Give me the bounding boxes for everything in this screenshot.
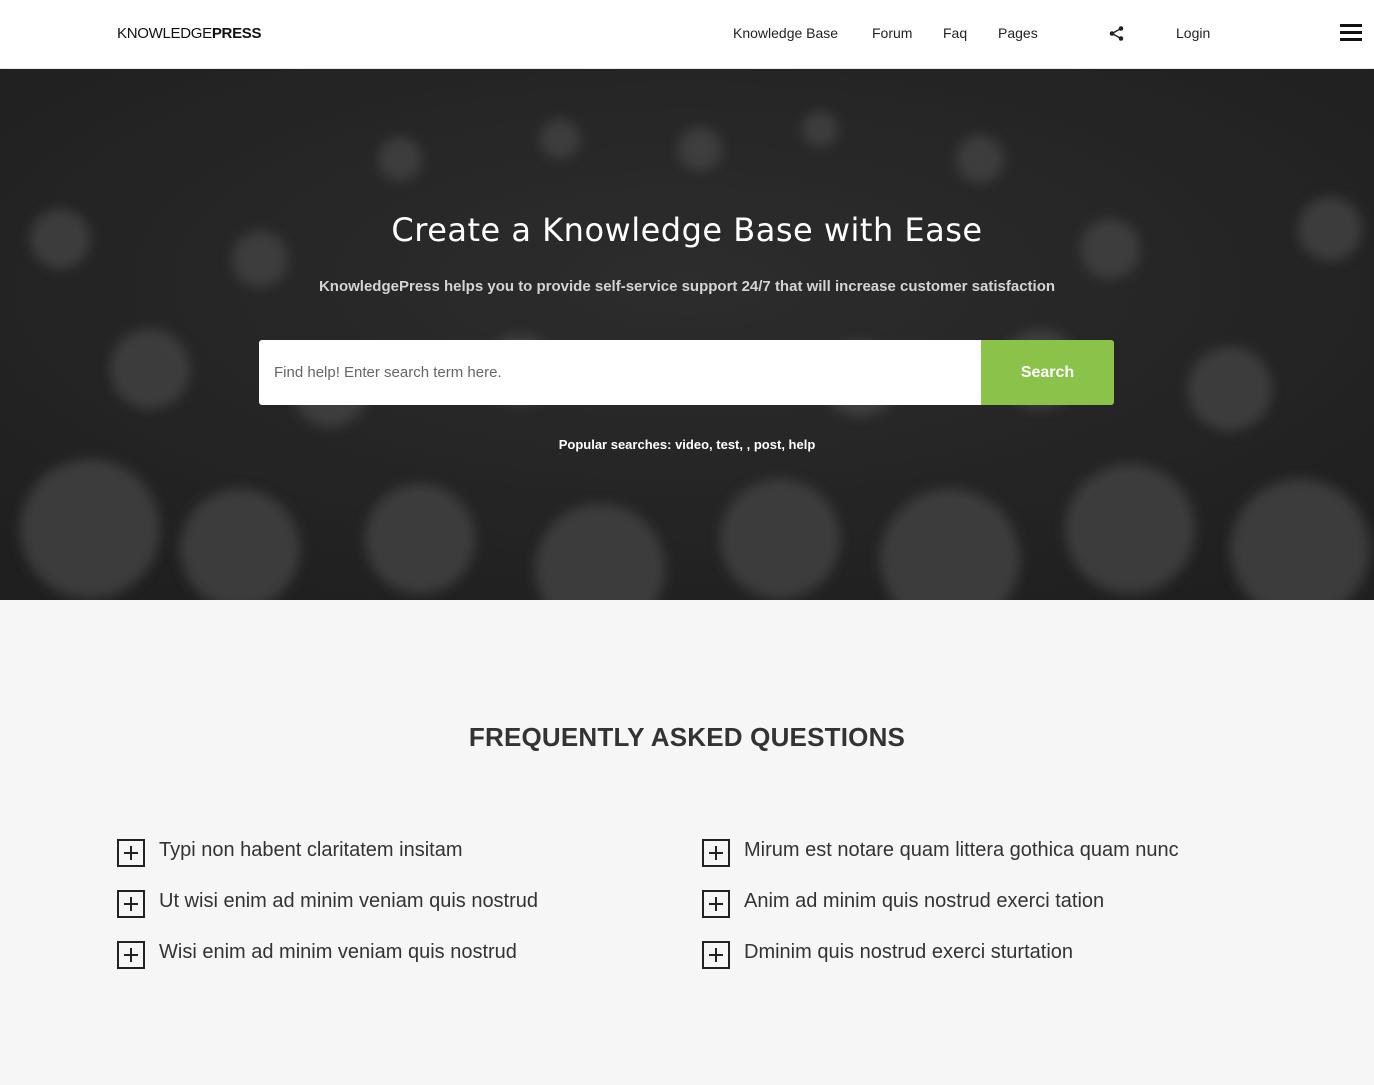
plus-icon[interactable] [702,941,730,969]
site-logo[interactable]: KNOWLEDGEPRESS [117,25,261,45]
plus-icon[interactable] [702,890,730,918]
nav-forum[interactable]: Forum [872,25,912,41]
faq-question[interactable]: Typi non habent claritatem insitam [159,839,463,862]
faq-question[interactable]: Mirum est notare quam littera gothica qu… [744,839,1179,862]
login-link[interactable]: Login [1176,25,1210,41]
plus-icon[interactable] [702,839,730,867]
plus-icon[interactable] [117,941,145,969]
popular-searches: Popular searches: video, test, , post, h… [558,437,816,452]
logo-bold-text: PRESS [211,25,262,42]
hamburger-menu-icon[interactable] [1340,24,1362,42]
site-header: KNOWLEDGEPRESS Knowledge Base Forum Faq … [0,0,1374,69]
nav-knowledge-base[interactable]: Knowledge Base [733,25,838,41]
hero-subtitle: KnowledgePress helps you to provide self… [318,278,1056,295]
hero-title: Create a Knowledge Base with Ease [391,211,983,249]
logo-light-text: KNOWLEDGE [117,25,212,42]
search-button[interactable]: Search [981,340,1114,405]
search-form: Search [259,340,1114,405]
faq-question[interactable]: Ut wisi enim ad minim veniam quis nostru… [159,890,538,913]
search-input[interactable] [259,340,981,405]
plus-icon[interactable] [117,890,145,918]
faq-question[interactable]: Dminim quis nostrud exerci sturtation [744,941,1073,964]
popular-term-test[interactable]: test [716,437,739,452]
faq-question[interactable]: Wisi enim ad minim veniam quis nostrud [159,941,517,964]
popular-term-video[interactable]: video [675,437,709,452]
popular-term-post[interactable]: post [754,437,781,452]
faq-question[interactable]: Anim ad minim quis nostrud exerci tation [744,890,1104,913]
plus-icon[interactable] [117,839,145,867]
faq-title: FREQUENTLY ASKED QUESTIONS [468,722,906,752]
popular-term-help[interactable]: help [789,437,816,452]
popular-searches-label: Popular searches: [558,437,672,452]
nav-faq[interactable]: Faq [943,25,967,41]
crowd-background-image [0,69,1374,600]
hero-section: Create a Knowledge Base with Ease Knowle… [0,69,1374,600]
nav-pages[interactable]: Pages [998,25,1038,41]
share-icon[interactable] [1108,25,1125,42]
